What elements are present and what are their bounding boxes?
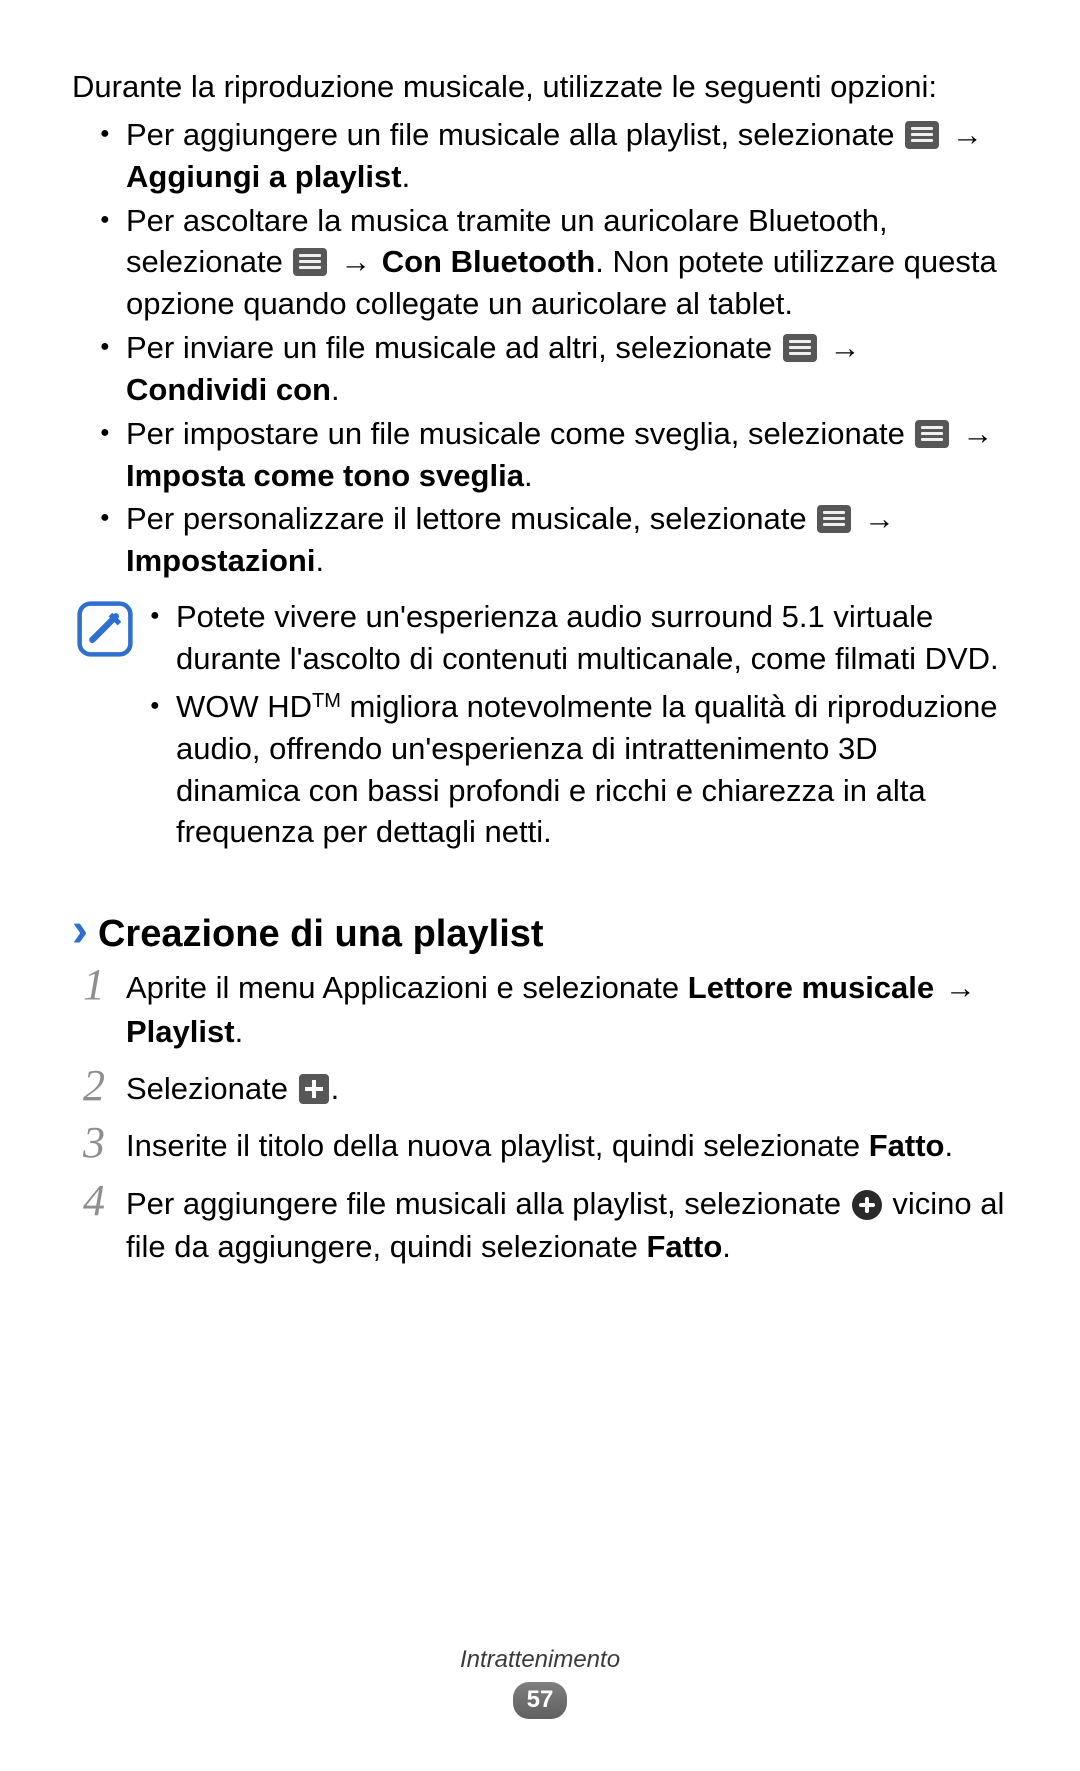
option-bold: Impostazioni [126, 543, 315, 578]
step-1: Aprite il menu Applicazioni e selezionat… [72, 966, 1008, 1053]
manual-page: Durante la riproduzione musicale, utiliz… [0, 0, 1080, 1771]
add-circle-icon [852, 1190, 882, 1220]
option-end: . [402, 159, 411, 194]
option-bold: Aggiungi a playlist [126, 159, 402, 194]
arrow-icon: → [945, 970, 976, 1005]
note-body: Potete vivere un'esperienza audio surrou… [150, 596, 1008, 859]
step-text: Per aggiungere file musicali alla playli… [126, 1186, 850, 1221]
arrow-icon: → [952, 117, 983, 152]
menu-icon [293, 248, 327, 276]
note-text: Potete vivere un'esperienza audio surrou… [176, 599, 999, 676]
section-title: Creazione di una playlist [98, 913, 544, 956]
note-icon [76, 600, 134, 658]
option-text: Per impostare un file musicale come sveg… [126, 416, 913, 451]
options-list: Per aggiungere un file musicale alla pla… [72, 114, 1008, 582]
option-end: . [331, 372, 340, 407]
arrow-icon: → [864, 501, 895, 536]
steps-list: Aprite il menu Applicazioni e selezionat… [72, 966, 1008, 1268]
step-text [934, 970, 943, 1005]
arrow-icon: → [829, 330, 860, 365]
option-end: . [315, 543, 324, 578]
step-end: . [331, 1071, 340, 1106]
option-end: . [524, 458, 533, 493]
step-4: Per aggiungere file musicali alla playli… [72, 1182, 1008, 1269]
option-bold: Con Bluetooth [382, 244, 596, 279]
arrow-icon: → [340, 244, 371, 279]
note-item-wowhd: WOW HDTM migliora notevolmente la qualit… [150, 686, 1008, 853]
step-bold: Fatto [647, 1229, 723, 1264]
chevron-icon: › [72, 903, 88, 958]
step-end: . [235, 1014, 244, 1049]
option-text: Per personalizzare il lettore musicale, … [126, 501, 815, 536]
option-text: Per aggiungere un file musicale alla pla… [126, 117, 903, 152]
step-2: Selezionate . [72, 1067, 1008, 1110]
intro-text: Durante la riproduzione musicale, utiliz… [72, 66, 1008, 108]
arrow-icon: → [962, 416, 993, 451]
page-footer: Intrattenimento 57 [0, 1646, 1080, 1719]
menu-icon [817, 505, 851, 533]
step-bold: Lettore musicale [688, 970, 934, 1005]
step-bold: Playlist [126, 1014, 235, 1049]
option-text: Per inviare un file musicale ad altri, s… [126, 330, 781, 365]
option-settings: Per personalizzare il lettore musicale, … [100, 498, 1008, 582]
note-box: Potete vivere un'esperienza audio surrou… [72, 596, 1008, 859]
step-text: Selezionate [126, 1071, 297, 1106]
step-3: Inserite il titolo della nuova playlist,… [72, 1124, 1008, 1167]
note-text: WOW HD [176, 689, 312, 724]
trademark: TM [312, 690, 341, 712]
option-add-to-playlist: Per aggiungere un file musicale alla pla… [100, 114, 1008, 198]
footer-section-name: Intrattenimento [0, 1646, 1080, 1674]
option-share: Per inviare un file musicale ad altri, s… [100, 327, 1008, 411]
option-bold: Imposta come tono sveglia [126, 458, 524, 493]
step-text: Inserite il titolo della nuova playlist,… [126, 1128, 869, 1163]
step-bold: Fatto [869, 1128, 945, 1163]
menu-icon [905, 121, 939, 149]
step-text: Aprite il menu Applicazioni e selezionat… [126, 970, 688, 1005]
option-bold: Condividi con [126, 372, 331, 407]
step-end: . [944, 1128, 953, 1163]
page-number-badge: 57 [513, 1682, 568, 1719]
note-item-surround: Potete vivere un'esperienza audio surrou… [150, 596, 1008, 680]
section-heading: › Creazione di una playlist [72, 903, 1008, 958]
menu-icon [783, 334, 817, 362]
option-alarm: Per impostare un file musicale come sveg… [100, 413, 1008, 497]
menu-icon [915, 420, 949, 448]
step-end: . [722, 1229, 731, 1264]
plus-icon [299, 1074, 329, 1104]
option-bluetooth: Per ascoltare la musica tramite un auric… [100, 200, 1008, 326]
